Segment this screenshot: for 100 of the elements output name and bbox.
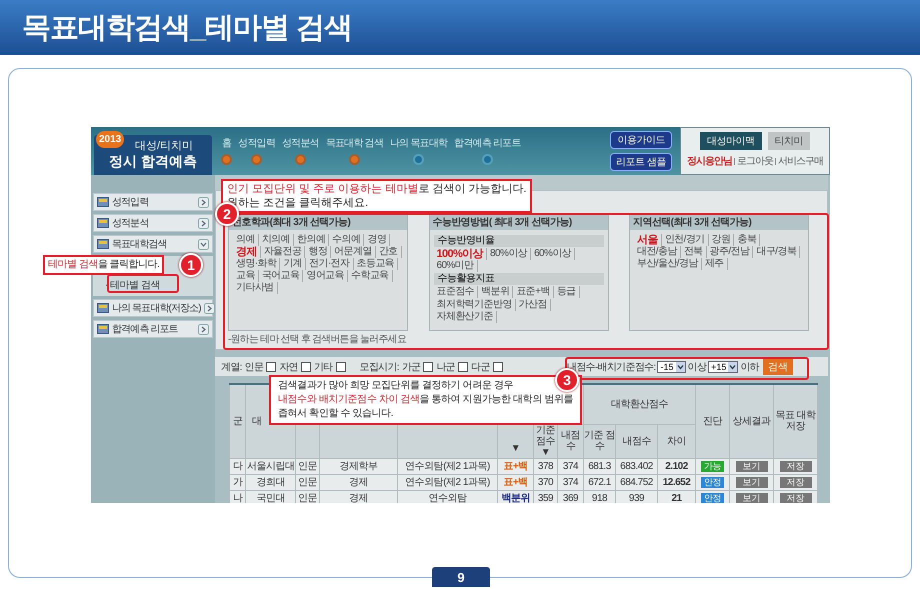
step-link[interactable]: 성적입력	[238, 136, 276, 150]
table-cell: 연수외탐(제2 1과목)	[398, 458, 498, 474]
step-link[interactable]: 목표대학 검색	[326, 136, 384, 150]
option-link[interactable]: 초등교육	[354, 258, 398, 270]
option-link[interactable]: 한의예	[294, 234, 330, 246]
option-link[interactable]: 행정	[305, 246, 332, 258]
option-link[interactable]: 60%미만	[434, 260, 478, 272]
table-cell: 경제	[320, 490, 398, 503]
option-link[interactable]: 기타사범	[233, 282, 278, 294]
option-link[interactable]: 기계	[280, 258, 306, 270]
view-button[interactable]: 보기	[736, 476, 768, 488]
site-tab[interactable]: 대성마이맥	[700, 132, 762, 150]
option-link[interactable]: 최저학력기준반영	[434, 299, 516, 311]
option-link[interactable]: 경영	[364, 234, 390, 246]
step-link[interactable]: 홈	[222, 136, 232, 150]
option-link[interactable]: 60%이상	[531, 248, 576, 260]
menu-icon	[97, 197, 109, 207]
table-cell: 서울시립대	[246, 458, 296, 474]
sidebar-item[interactable]: 성적분석	[93, 214, 213, 232]
header-cell: 목표 대학 저장	[774, 384, 818, 458]
checkbox[interactable]	[266, 362, 276, 372]
option-link[interactable]: 표준+백	[513, 286, 554, 298]
checkbox[interactable]	[492, 362, 503, 372]
option-link[interactable]: 전북	[680, 246, 707, 258]
option-link[interactable]: 치의예	[258, 234, 294, 246]
option-link[interactable]: 전기·전자	[306, 258, 354, 270]
step-link[interactable]: 나의 목표대학	[390, 136, 448, 150]
nav-button[interactable]: 리포트 샘플	[610, 153, 672, 171]
option-link[interactable]: 의예	[233, 234, 259, 246]
table-cell: 683.402	[616, 458, 658, 474]
view-button[interactable]: 보기	[736, 492, 768, 503]
user-link[interactable]: 로그아웃	[737, 154, 773, 168]
table-cell: 인문	[296, 458, 320, 474]
option-link[interactable]: 수의예	[329, 234, 364, 246]
option-link[interactable]: 인천/경기	[662, 234, 709, 246]
save-button[interactable]: 저장	[780, 460, 812, 472]
table-cell: 374	[558, 474, 584, 490]
checkbox[interactable]	[458, 362, 468, 372]
save-button[interactable]: 저장	[780, 492, 812, 503]
dropdown[interactable]: -15	[657, 360, 686, 372]
option-link[interactable]: 광주/전남	[706, 246, 754, 258]
sidebar-item[interactable]: 목표대학검색	[93, 235, 213, 253]
option-link[interactable]: 100%이상	[434, 248, 488, 260]
panel-title: 선호학과(최대 3개 선택가능)	[229, 214, 407, 230]
sidebar-item[interactable]: 합격예측 리포트	[93, 320, 213, 338]
option-link[interactable]: 국어교육	[258, 270, 304, 282]
option-link[interactable]: 수학교육	[348, 270, 393, 282]
filter-label: 모집시기:	[360, 360, 399, 374]
checkbox[interactable]	[336, 362, 346, 372]
nav-button[interactable]: 이용가이드	[610, 131, 672, 149]
view-button[interactable]: 보기	[736, 460, 768, 472]
option-link[interactable]: 충북	[734, 234, 760, 246]
checkbox-label: 자연	[279, 360, 298, 374]
step-link[interactable]: 합격예측 리포트	[454, 136, 521, 150]
group-heading: 수능활용지표	[434, 273, 604, 285]
option-link[interactable]: 등급	[554, 286, 580, 298]
option-link[interactable]: 가산점	[516, 299, 551, 311]
sidebar-item[interactable]: 성적입력	[93, 193, 213, 211]
option-link[interactable]: 80%이상	[487, 248, 532, 260]
table-cell: 인문	[296, 474, 320, 490]
dropdown[interactable]: +15	[708, 360, 738, 372]
option-link[interactable]: 자율전공	[260, 246, 306, 258]
header-cell: 진단	[696, 384, 730, 458]
checkbox[interactable]	[423, 362, 434, 372]
checkbox-label: 다군	[471, 360, 490, 374]
table-cell: 21	[658, 490, 696, 503]
checkbox[interactable]	[300, 362, 311, 372]
header-cell: 상세결과	[730, 384, 774, 458]
hint-text: -원하는 테마 선택 후 검색버튼을 눌러주세요	[228, 333, 408, 346]
option-link[interactable]: 자체환산기준	[434, 311, 497, 323]
table-cell: 378	[534, 458, 558, 474]
checkbox-label: 인문	[244, 360, 264, 374]
option-link[interactable]: 생명·화학	[233, 258, 280, 270]
user-link[interactable]: 서비스구매	[778, 154, 823, 168]
option-link[interactable]: 강원	[708, 234, 734, 246]
option-link[interactable]: 교육	[233, 270, 259, 282]
status-badge: 안정	[701, 492, 724, 503]
slide-title: 목표대학검색_테마별 검색	[22, 10, 352, 46]
header-cell: 군	[230, 384, 246, 458]
option-link[interactable]: 경제	[233, 246, 261, 258]
panel-title: 수능반영방법( 최대 3개 선택가능)	[430, 214, 608, 230]
option-link[interactable]: 대구/경북	[753, 246, 800, 258]
step-link[interactable]: 성적분석	[282, 136, 319, 150]
option-link[interactable]: 제주	[702, 258, 728, 270]
table-cell: 939	[616, 490, 658, 503]
option-link[interactable]: 부산/울산/경남	[634, 258, 702, 270]
save-button[interactable]: 저장	[780, 476, 812, 488]
site-tab[interactable]: 티치미	[768, 132, 810, 150]
option-link[interactable]: 어문계열	[331, 246, 376, 258]
option-link[interactable]: 대전/충남	[634, 246, 681, 258]
option-link[interactable]: 서울	[634, 234, 662, 246]
table-cell: 표+백	[498, 474, 534, 490]
option-link[interactable]: 표준점수	[434, 286, 478, 298]
user-name: 정시응안님	[687, 155, 732, 168]
submenu-item[interactable]: · 테마별 검색	[105, 278, 160, 292]
option-link[interactable]: 백분위	[478, 286, 514, 298]
option-link[interactable]: 영어교육	[303, 270, 348, 282]
table-cell: 가	[230, 474, 246, 490]
option-link[interactable]: 간호	[376, 246, 402, 258]
sidebar-item[interactable]: 나의 목표대학(저장소)	[93, 299, 213, 317]
